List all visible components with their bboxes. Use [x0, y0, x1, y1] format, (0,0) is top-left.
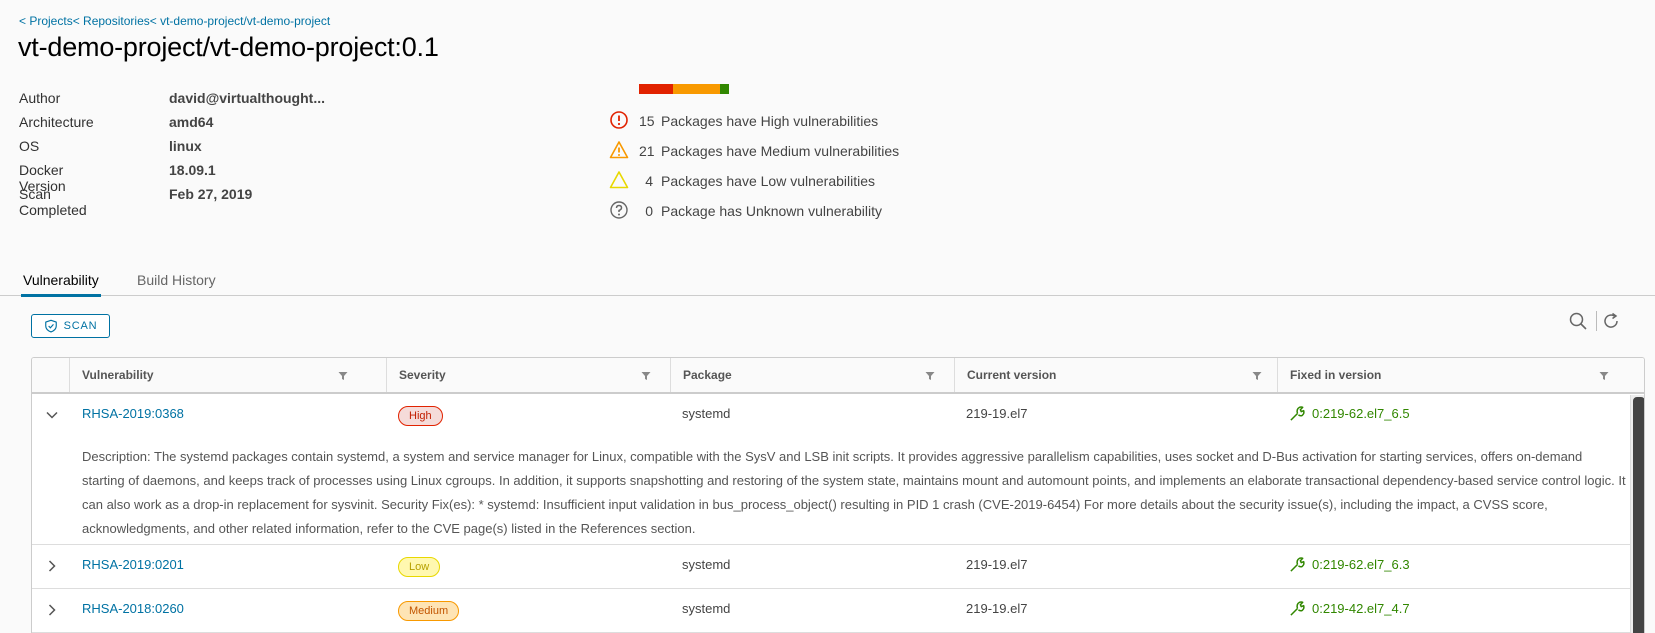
current-version-cell: 219-19.el7: [966, 406, 1028, 421]
filter-icon[interactable]: [338, 371, 348, 381]
fixed-version-label: 0:219-62.el7_6.5: [1312, 406, 1410, 421]
wrench-icon: [1290, 601, 1305, 616]
vulnerability-id-link[interactable]: RHSA-2018:0260: [82, 601, 184, 616]
summary-count: 15: [639, 113, 655, 129]
filter-icon[interactable]: [925, 371, 935, 381]
breadcrumb-projects-link[interactable]: < Projects: [19, 14, 73, 28]
fixed-version-label: 0:219-42.el7_4.7: [1312, 601, 1410, 616]
distribution-segment-medium: [673, 84, 720, 94]
severity-badge-label: Low: [398, 557, 441, 577]
vulnerability-distribution-bar: [639, 84, 729, 94]
summary-text: Packages have Medium vulnerabilities: [661, 143, 900, 159]
summary-text: Package has Unknown vulnerability: [661, 203, 883, 219]
package-cell: systemd: [682, 406, 731, 421]
property-value: Feb 27, 2019: [169, 186, 253, 202]
filter-icon[interactable]: [641, 371, 651, 381]
severity-badge: High: [398, 406, 443, 426]
fixed-version-cell: 0:219-62.el7_6.5: [1289, 405, 1410, 422]
property-label: OS: [19, 138, 40, 154]
property-value: david@virtualthought...: [169, 90, 325, 106]
chevron-right-icon[interactable]: [44, 558, 60, 574]
fixed-version-cell: 0:219-42.el7_4.7: [1289, 600, 1410, 617]
summary-text: Packages have Low vulnerabilities: [661, 173, 876, 189]
fixed-version-label: 0:219-62.el7_6.3: [1312, 557, 1410, 572]
low-severity-icon: [609, 171, 629, 189]
current-version-cell: 219-19.el7: [966, 601, 1028, 616]
column-label: Vulnerability: [82, 368, 154, 382]
severity-badge: Low: [398, 557, 441, 577]
scan-button[interactable]: SCAN: [31, 314, 110, 338]
property-value: 18.09.1: [169, 162, 216, 178]
property-label: Scan Completed: [19, 186, 87, 218]
toolbar-divider: [1596, 311, 1597, 331]
breadcrumb: < Projects< Repositories< vt-demo-projec…: [19, 14, 330, 28]
chevron-right-icon[interactable]: [44, 602, 60, 618]
summary-text: Packages have High vulnerabilities: [661, 113, 879, 129]
column-header-fixed-in-version[interactable]: Fixed in version: [1277, 358, 1644, 392]
column-label: Package: [683, 368, 732, 382]
high-severity-icon: [610, 111, 628, 129]
distribution-segment-low: [720, 84, 729, 94]
summary-count: 4: [645, 173, 653, 189]
summary-count: 21: [639, 143, 655, 159]
package-cell: systemd: [682, 601, 731, 616]
filter-icon[interactable]: [1599, 371, 1609, 381]
datagrid-scrollbar[interactable]: [1630, 395, 1644, 633]
summary-count: 0: [645, 203, 653, 219]
shield-icon: [44, 319, 57, 333]
property-value: linux: [169, 138, 202, 154]
breadcrumb-repository-link[interactable]: < vt-demo-project/vt-demo-project: [150, 14, 330, 28]
vulnerability-id-link[interactable]: RHSA-2019:0201: [82, 557, 184, 572]
refresh-icon[interactable]: [1601, 311, 1621, 331]
column-label: Severity: [399, 368, 446, 382]
property-value: amd64: [169, 114, 214, 130]
tab-vulnerability[interactable]: Vulnerability: [21, 272, 101, 297]
unknown-severity-icon: [610, 201, 628, 219]
vulnerability-id-link[interactable]: RHSA-2019:0368: [82, 406, 184, 421]
severity-badge-label: Medium: [398, 601, 460, 621]
property-label: Author: [19, 90, 61, 106]
table-row: RHSA-2018:0260 Medium systemd 219-19.el7…: [32, 590, 1630, 633]
severity-badge-label: High: [398, 406, 443, 426]
wrench-icon: [1290, 557, 1305, 572]
page-title: vt-demo-project/vt-demo-project:0.1: [18, 32, 439, 62]
vulnerability-description: Description: The systemd packages contai…: [82, 449, 1626, 536]
tab-bar: Vulnerability Build History: [0, 268, 1655, 297]
fixed-version-cell: 0:219-62.el7_6.3: [1289, 556, 1410, 573]
search-icon[interactable]: [1568, 311, 1588, 331]
vulnerability-datagrid: Vulnerability Severity Package Current v…: [31, 357, 1645, 633]
column-header-severity[interactable]: Severity: [386, 358, 670, 392]
distribution-segment-high: [639, 84, 673, 94]
scan-button-label: SCAN: [63, 320, 98, 332]
column-label: Current version: [967, 368, 1057, 382]
table-row: RHSA-2019:0368 High systemd 219-19.el7 0…: [32, 395, 1630, 545]
column-header-current-version[interactable]: Current version: [954, 358, 1277, 392]
scrollbar-thumb[interactable]: [1633, 397, 1644, 633]
column-header-vulnerability[interactable]: Vulnerability: [69, 358, 353, 392]
severity-badge: Medium: [398, 601, 460, 621]
medium-severity-icon: [609, 141, 629, 159]
property-label: Architecture: [19, 114, 94, 130]
chevron-down-icon[interactable]: [44, 407, 60, 423]
column-label: Fixed in version: [1290, 368, 1382, 382]
filter-icon[interactable]: [1252, 371, 1262, 381]
tab-build-history[interactable]: Build History: [137, 272, 216, 294]
wrench-icon: [1290, 406, 1305, 421]
package-cell: systemd: [682, 557, 731, 572]
table-row: RHSA-2019:0201 Low systemd 219-19.el7 0:…: [32, 546, 1630, 589]
column-header-package[interactable]: Package: [670, 358, 954, 392]
current-version-cell: 219-19.el7: [966, 557, 1028, 572]
breadcrumb-repositories-link[interactable]: < Repositories: [73, 14, 150, 28]
datagrid-header: Vulnerability Severity Package Current v…: [32, 358, 1644, 394]
